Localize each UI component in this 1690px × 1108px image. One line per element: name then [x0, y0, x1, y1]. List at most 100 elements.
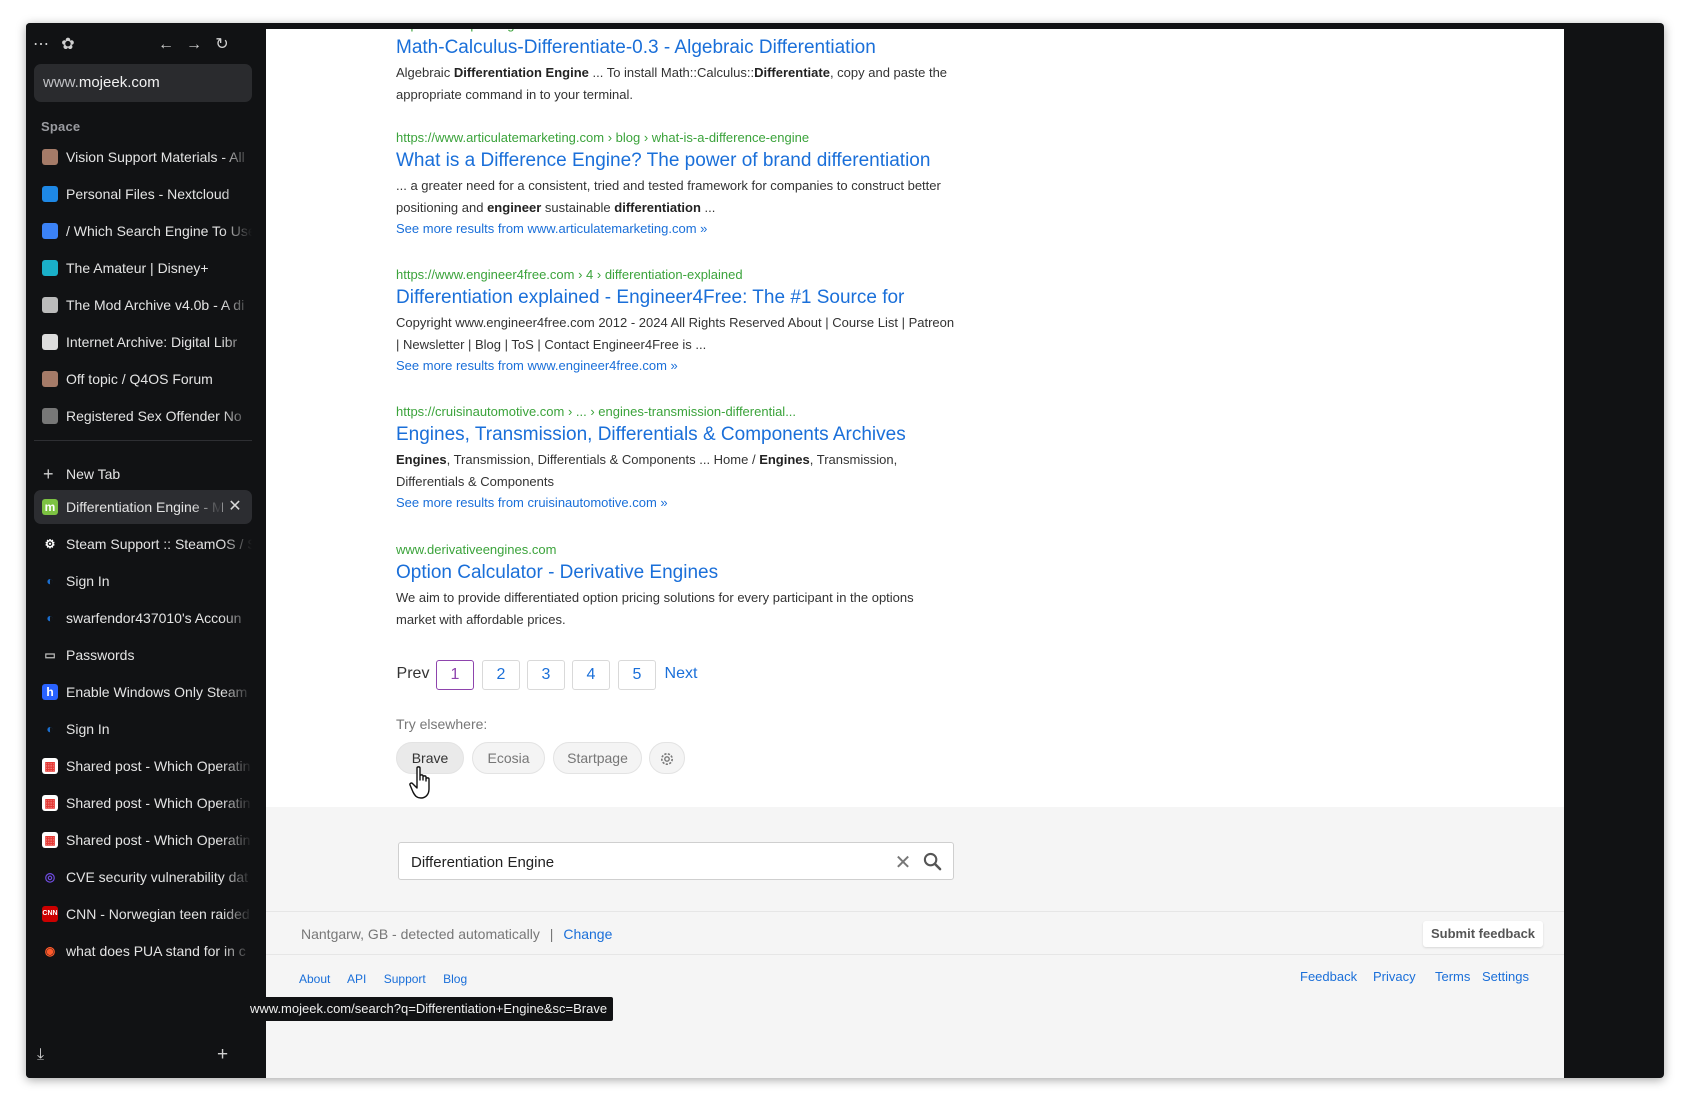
tab-label: swarfendor437010's Accoun — [66, 610, 242, 626]
tab[interactable]: ◐ swarfendor437010's Accoun — [34, 601, 252, 635]
pinned-tab[interactable]: Registered Sex Offender No — [34, 399, 252, 433]
location-row: Nantgarw, GB - detected automatically | … — [266, 911, 1564, 955]
more-results-link[interactable]: See more results from cruisinautomotive.… — [396, 495, 956, 510]
steam-icon: ◐ — [46, 722, 54, 736]
page-1[interactable]: 1 — [436, 660, 474, 690]
result-title-link[interactable]: Option Calculator - Derivative Engines — [396, 562, 956, 584]
back-arrow-icon[interactable]: ← — [154, 33, 178, 57]
pinned-tab[interactable]: The Amateur | Disney+ — [34, 251, 252, 285]
result-url[interactable]: https://www.engineer4free.com › 4 › diff… — [396, 267, 956, 282]
result-url[interactable]: www.derivativeengines.com — [396, 542, 956, 557]
footer-link-settings[interactable]: Settings — [1482, 969, 1529, 984]
tab-active[interactable]: m Differentiation Engine - M ✕ — [34, 490, 252, 524]
steam-icon: ⚙ — [44, 537, 56, 551]
pinned-tab[interactable]: Vision Support Materials - All — [34, 140, 252, 174]
cross-icon — [42, 408, 58, 424]
chart-icon — [42, 297, 58, 313]
browser-window: ⋯ ✿ ← → ↻ www.mojeek.com Space Vision Su… — [26, 23, 1664, 1078]
page-5[interactable]: 5 — [618, 660, 656, 690]
next-page[interactable]: Next — [663, 660, 699, 688]
try-ecosia-button[interactable]: Ecosia — [472, 742, 545, 774]
tab[interactable]: ▭ Passwords — [34, 638, 252, 672]
more-results-link[interactable]: See more results from www.engineer4free.… — [396, 358, 956, 373]
search-result: https://www.articulatemarketing.com › bl… — [396, 130, 956, 236]
tab[interactable]: ▦ Shared post - Which Operatin — [34, 786, 252, 820]
tab[interactable]: CNN CNN - Norwegian teen raided — [34, 897, 252, 931]
forward-arrow-icon[interactable]: → — [182, 33, 206, 57]
try-startpage-button[interactable]: Startpage — [553, 742, 642, 774]
tab[interactable]: ▦ Shared post - Which Operatin — [34, 749, 252, 783]
tab-label: what does PUA stand for in c — [66, 943, 246, 959]
tab[interactable]: ⚙ Steam Support :: SteamOS / S — [34, 527, 252, 561]
tab[interactable]: ◐ Sign In — [34, 564, 252, 598]
pinned-tab-label: The Mod Archive v4.0b - A di — [66, 297, 245, 313]
footer-link-api[interactable]: API — [347, 972, 366, 986]
tab[interactable]: ◎ CVE security vulnerability dat — [34, 860, 252, 894]
tab-label: Passwords — [66, 647, 135, 663]
footer-link-blog[interactable]: Blog — [443, 972, 467, 986]
pinned-tab[interactable]: Internet Archive: Digital Libr — [34, 325, 252, 359]
page-4[interactable]: 4 — [572, 660, 610, 690]
pinned-tab-label: The Amateur | Disney+ — [66, 260, 209, 276]
result-title-link[interactable]: Differentiation explained - Engineer4Fre… — [396, 287, 956, 309]
tab-label: Enable Windows Only Steam — [66, 684, 248, 700]
result-title-link[interactable]: Math-Calculus-Differentiate-0.3 - Algebr… — [396, 37, 956, 59]
tab[interactable]: ▦ Shared post - Which Operatin — [34, 823, 252, 857]
clear-search-icon[interactable]: ✕ — [893, 850, 913, 875]
prev-page[interactable]: Prev — [396, 660, 430, 688]
pinned-tab-label: Registered Sex Offender No — [66, 408, 242, 424]
mojeek-icon: m — [42, 499, 58, 515]
tab[interactable]: ◐ Sign In — [34, 712, 252, 746]
cve-icon: ◎ — [44, 870, 56, 884]
footer-link-about[interactable]: About — [299, 972, 330, 986]
menu-dots-icon[interactable]: ⋯ — [29, 33, 53, 57]
tab-label: Sign In — [66, 573, 110, 589]
more-results-link[interactable]: See more results from www.articulatemark… — [396, 221, 956, 236]
result-url[interactable]: https://www.articulatemarketing.com › bl… — [396, 130, 956, 145]
sidebar-toolbar: ⋯ ✿ ← → ↻ — [26, 23, 260, 67]
page-3[interactable]: 3 — [527, 660, 565, 690]
footer-link-terms[interactable]: Terms — [1435, 969, 1470, 984]
pinned-tab-label: Personal Files - Nextcloud — [66, 186, 230, 202]
search-input[interactable] — [409, 843, 873, 881]
result-title-link[interactable]: Engines, Transmission, Differentials & C… — [396, 424, 956, 446]
password-icon: ▭ — [44, 648, 56, 662]
footer-link-feedback[interactable]: Feedback — [1300, 969, 1357, 984]
bottom-search-box: ✕ — [398, 842, 954, 881]
pinned-tab[interactable]: Personal Files - Nextcloud — [34, 177, 252, 211]
address-bar[interactable]: www.mojeek.com — [34, 64, 252, 102]
result-title-link[interactable]: What is a Difference Engine? The power o… — [396, 150, 956, 172]
page-2[interactable]: 2 — [482, 660, 520, 690]
extensions-icon[interactable]: ✿ — [56, 33, 80, 57]
submit-feedback-button[interactable]: Submit feedback — [1423, 921, 1544, 947]
hashnode-icon: h — [42, 684, 58, 700]
pinned-tab[interactable]: / Which Search Engine To Use — [34, 214, 252, 248]
engine-settings-gear-icon[interactable] — [649, 742, 685, 774]
nextcloud-icon — [42, 186, 58, 202]
add-icon[interactable]: + — [217, 1044, 228, 1066]
pinned-tab-label: Vision Support Materials - All — [66, 149, 245, 165]
tab[interactable]: h Enable Windows Only Steam — [34, 675, 252, 709]
change-location-link[interactable]: Change — [563, 926, 612, 942]
tab-label: Sign In — [66, 721, 110, 737]
search-result: www.derivativeengines.com Option Calculat… — [396, 542, 956, 631]
result-url[interactable]: https://cruisinautomotive.com › ... › en… — [396, 404, 956, 419]
downloads-icon[interactable]: ⤓ — [37, 1046, 44, 1064]
pinned-tab-label: Off topic / Q4OS Forum — [66, 371, 213, 387]
location-text: Nantgarw, GB - detected automatically — [301, 926, 540, 942]
close-tab-icon[interactable]: ✕ — [226, 490, 244, 524]
result-snippet: ... a greater need for a consistent, tri… — [396, 178, 941, 215]
result-url[interactable]: https://metacpan.org › dist › Math-Calcu… — [396, 29, 956, 32]
result-snippet: Algebraic Differentiation Engine ... To … — [396, 65, 948, 102]
footer-link-support[interactable]: Support — [384, 972, 426, 986]
tab[interactable]: ◉ what does PUA stand for in c — [34, 934, 252, 968]
pinned-tab[interactable]: The Mod Archive v4.0b - A di — [34, 288, 252, 322]
search-icon[interactable] — [923, 852, 942, 871]
result-snippet: We aim to provide differentiated option … — [396, 590, 914, 627]
reload-icon[interactable]: ↻ — [210, 33, 234, 57]
pinned-tab[interactable]: Off topic / Q4OS Forum — [34, 362, 252, 396]
steam-icon: ◐ — [46, 574, 54, 588]
new-tab-button[interactable]: + New Tab — [34, 457, 252, 491]
location-info: Nantgarw, GB - detected automatically | … — [301, 926, 612, 942]
footer-link-privacy[interactable]: Privacy — [1373, 969, 1416, 984]
